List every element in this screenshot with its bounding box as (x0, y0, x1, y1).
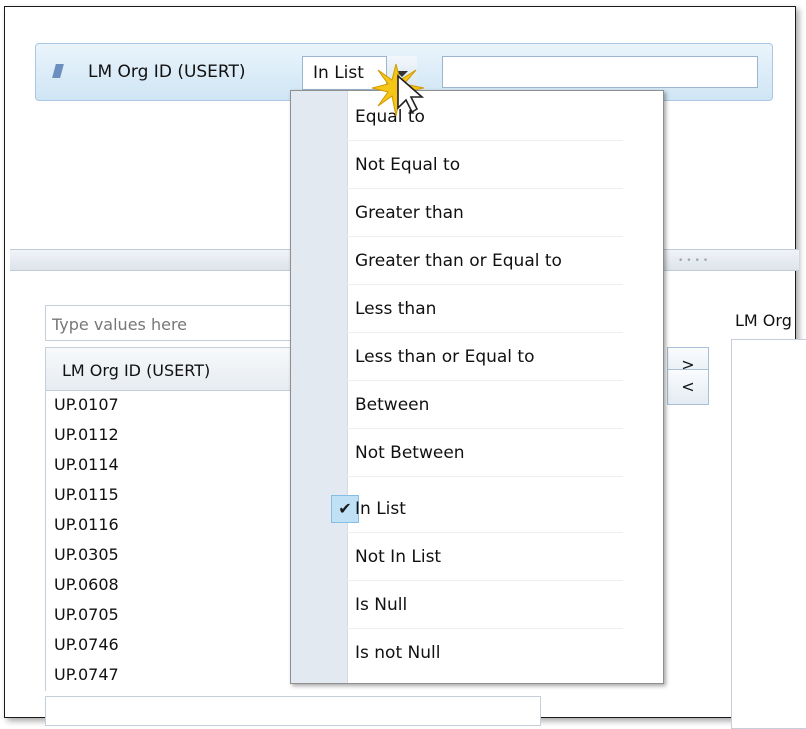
menu-item-is-not-null[interactable]: Is not Null (291, 631, 663, 677)
filter-value-input[interactable] (442, 56, 758, 88)
menu-item-label: Greater than or Equal to (355, 251, 562, 271)
splitter-grip-icon: •••• (678, 256, 712, 266)
list-item[interactable]: UP.0114 (54, 455, 119, 474)
values-list: UP.0107 UP.0112 UP.0114 UP.0115 UP.0116 … (45, 391, 314, 691)
values-list-header[interactable]: LM Org ID (USERT) (45, 347, 313, 391)
list-item[interactable]: UP.0746 (54, 635, 119, 654)
menu-item-label: Not Between (355, 443, 465, 463)
menu-item-between[interactable]: Between (291, 383, 663, 429)
operator-menu: Equal to Not Equal to Greater than Great… (290, 90, 664, 684)
menu-item-not-between[interactable]: Not Between (291, 431, 663, 477)
menu-item-not-in-list[interactable]: Not In List (291, 535, 663, 581)
remove-button[interactable]: < (667, 369, 709, 405)
selected-values-label: LM Org (735, 311, 792, 330)
menu-item-label: Less than or Equal to (355, 347, 535, 367)
values-search-placeholder: Type values here (52, 315, 188, 334)
menu-item-greater-than-or-equal-to[interactable]: Greater than or Equal to (291, 239, 663, 285)
list-item[interactable]: UP.0115 (54, 485, 119, 504)
list-item[interactable]: UP.0107 (54, 395, 119, 414)
menu-item-label: Is Null (355, 595, 408, 615)
menu-item-equal-to[interactable]: Equal to (291, 95, 663, 141)
menu-item-label: Between (355, 395, 430, 415)
menu-item-label: Greater than (355, 203, 464, 223)
menu-item-not-equal-to[interactable]: Not Equal to (291, 143, 663, 189)
bottom-input[interactable] (45, 696, 541, 726)
menu-item-is-null[interactable]: Is Null (291, 583, 663, 629)
list-item[interactable]: UP.0747 (54, 665, 119, 684)
menu-item-label: Not In List (355, 547, 442, 567)
list-item[interactable]: UP.0305 (54, 545, 119, 564)
filter-field-label: LM Org ID (USERT) (88, 62, 246, 82)
list-item[interactable]: UP.0116 (54, 515, 119, 534)
menu-item-label: In List (355, 499, 406, 519)
filter-field-icon (52, 64, 64, 78)
values-list-header-label: LM Org ID (USERT) (62, 361, 211, 380)
list-item[interactable]: UP.0608 (54, 575, 119, 594)
selected-values-list[interactable] (731, 339, 806, 729)
values-search-input[interactable]: Type values here (45, 305, 313, 341)
list-item[interactable]: UP.0705 (54, 605, 119, 624)
menu-item-label: Not Equal to (355, 155, 461, 175)
list-item[interactable]: UP.0112 (54, 425, 119, 444)
cursor-sparkle-icon (372, 63, 425, 117)
menu-item-in-list[interactable]: ✔ In List (291, 487, 663, 533)
operator-value: In List (313, 63, 364, 83)
menu-item-less-than[interactable]: Less than (291, 287, 663, 333)
menu-item-greater-than[interactable]: Greater than (291, 191, 663, 237)
menu-item-label: Less than (355, 299, 437, 319)
menu-item-label: Is not Null (355, 643, 441, 663)
menu-item-less-than-or-equal-to[interactable]: Less than or Equal to (291, 335, 663, 381)
